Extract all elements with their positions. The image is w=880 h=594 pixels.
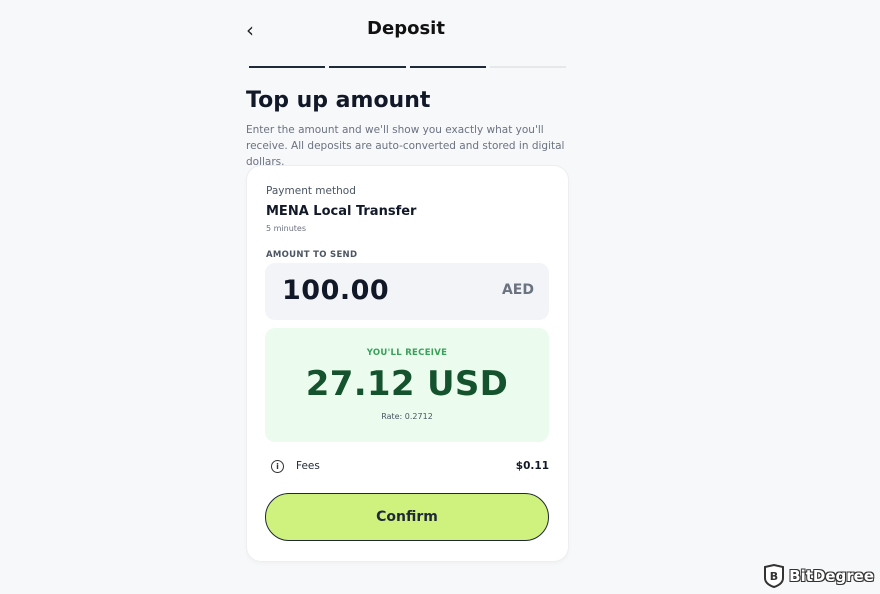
info-icon[interactable]: i (271, 460, 284, 473)
progress-step-3 (409, 66, 486, 68)
receive-amount: 27.12 USD (305, 364, 509, 404)
fees-value: $0.11 (515, 460, 549, 472)
header: ‹ Deposit (246, 16, 566, 46)
watermark-text: BitDegree (789, 567, 874, 585)
step-progress (249, 66, 566, 68)
payment-method-time: 5 minutes (266, 224, 307, 233)
progress-step-4 (489, 66, 566, 68)
deposit-card: Payment method MENA Local Transfer 5 min… (247, 166, 568, 561)
bitdegree-logo-icon: B (764, 564, 785, 588)
amount-value[interactable]: 100.00 (282, 275, 389, 306)
section-heading: Top up amount (246, 88, 431, 113)
progress-step-1 (249, 66, 326, 68)
amount-currency: AED (501, 282, 534, 298)
exchange-rate: Rate: 0.2712 (381, 412, 433, 421)
page-title: Deposit (367, 18, 445, 39)
progress-step-2 (329, 66, 406, 68)
svg-text:B: B (770, 570, 778, 583)
amount-label: AMOUNT TO SEND (266, 250, 358, 260)
receive-panel: YOU'LL RECEIVE 27.12 USD Rate: 0.2712 (265, 328, 549, 442)
receive-label: YOU'LL RECEIVE (366, 348, 448, 358)
payment-method-name[interactable]: MENA Local Transfer (266, 204, 416, 219)
fees-row: i Fees $0.11 (271, 459, 549, 475)
watermark: B BitDegree (763, 563, 874, 589)
amount-input[interactable]: 100.00 AED (265, 263, 549, 320)
fees-label: Fees (296, 460, 320, 472)
section-description: Enter the amount and we'll show you exac… (246, 124, 565, 168)
payment-method-label: Payment method (266, 185, 356, 197)
confirm-button[interactable]: Confirm (265, 493, 549, 541)
